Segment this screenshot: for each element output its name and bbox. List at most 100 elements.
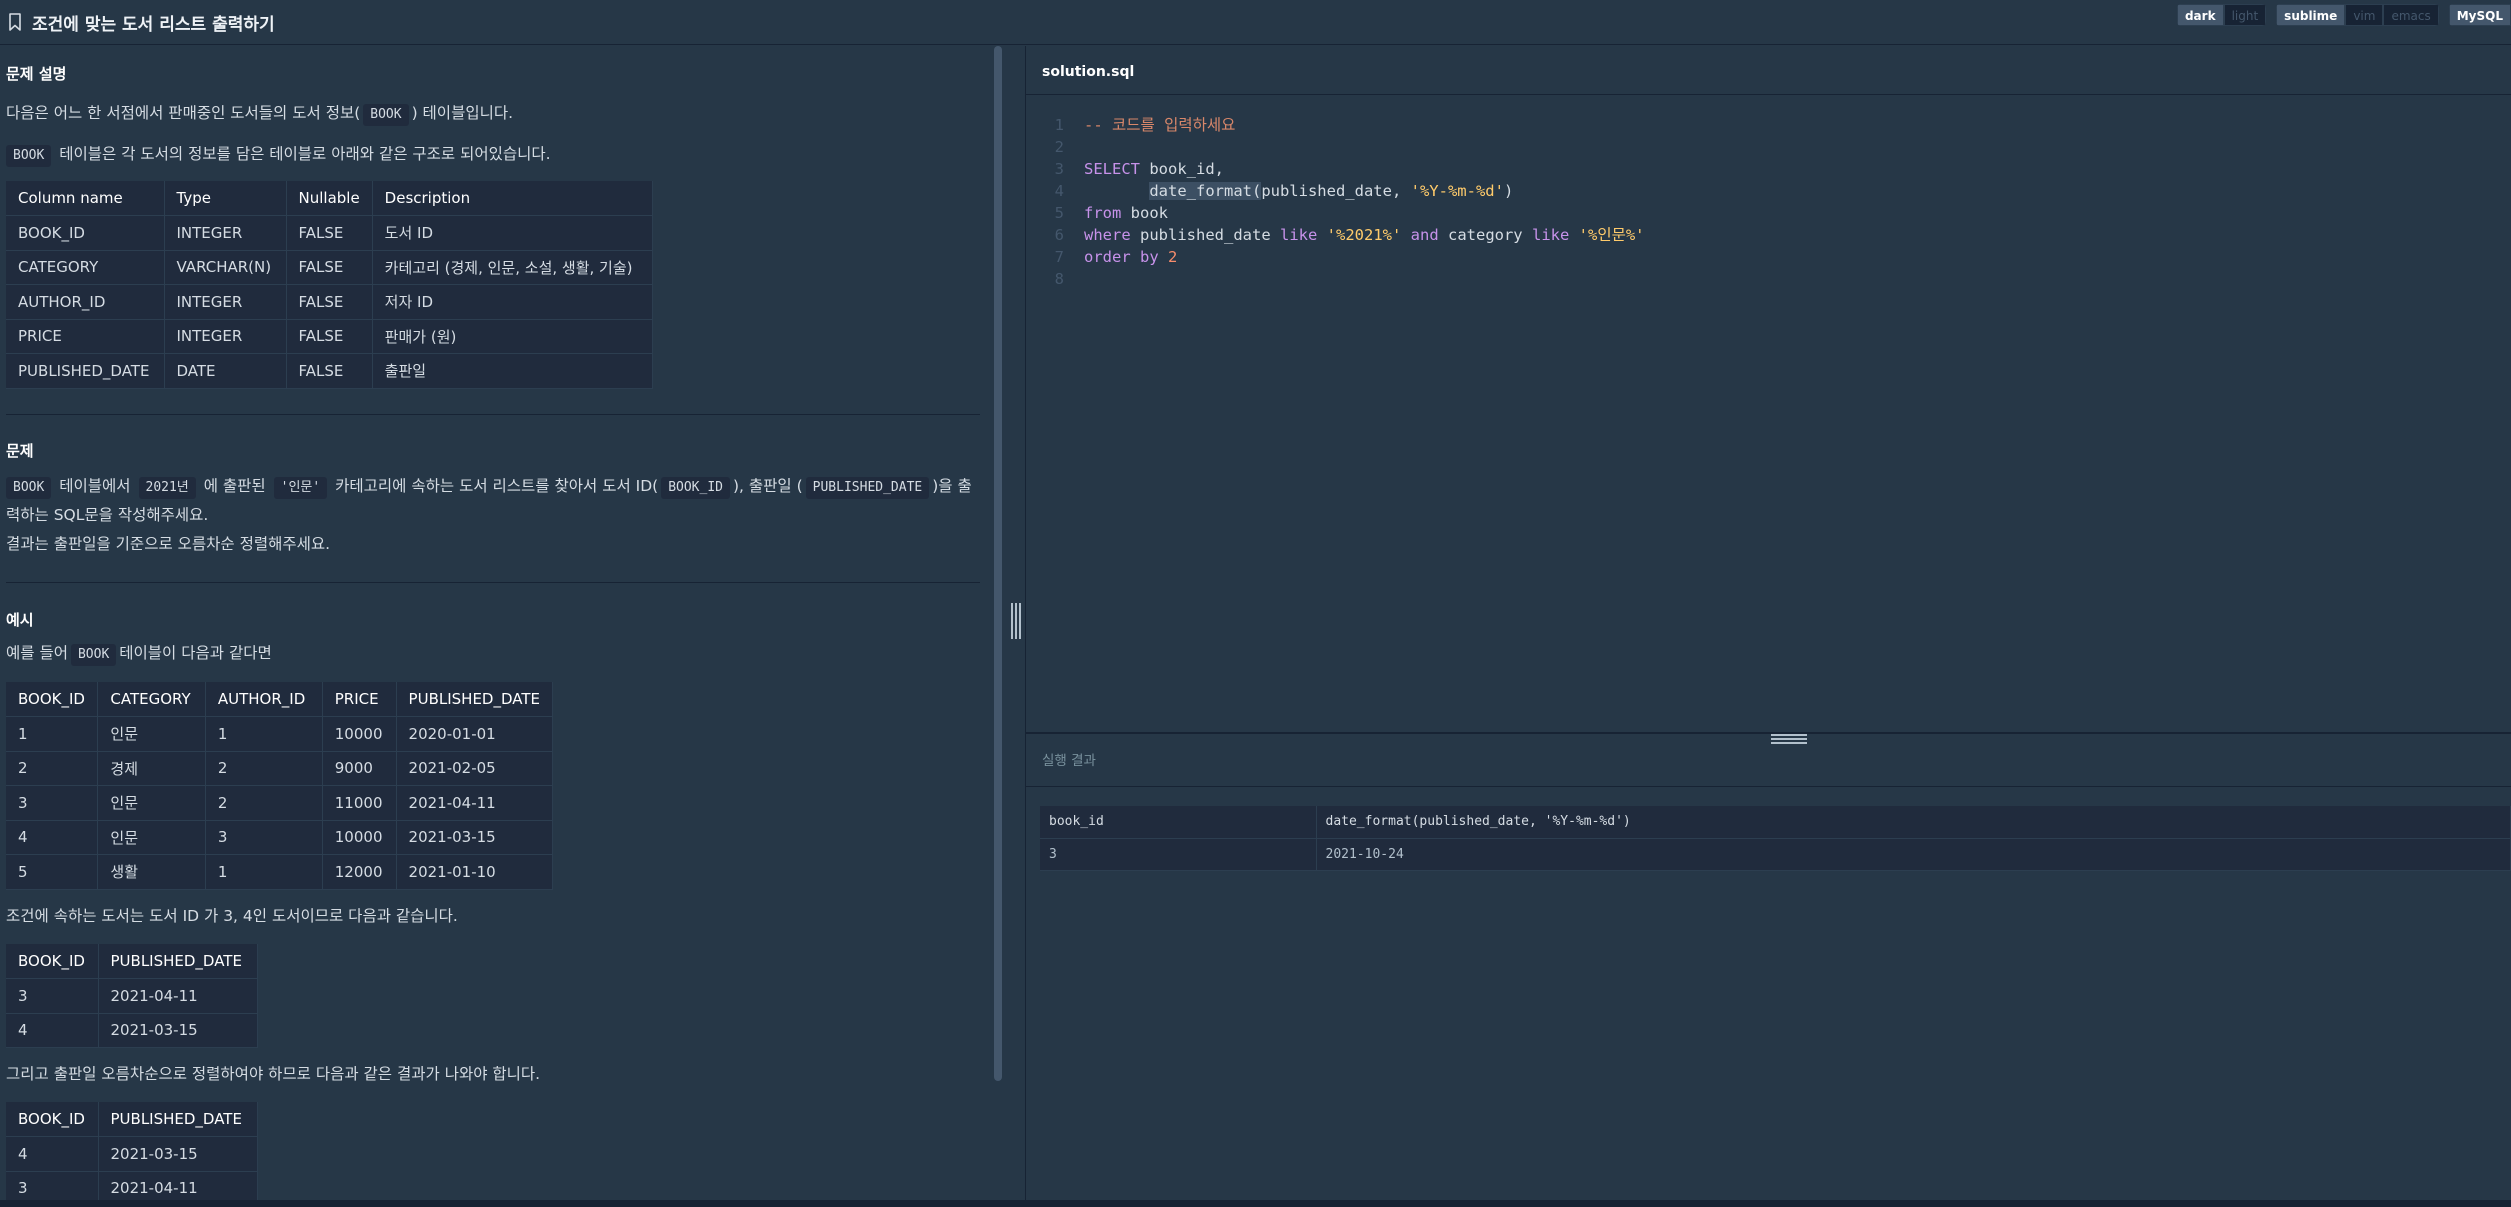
table-cell: 10000 xyxy=(322,716,397,752)
text: published_date xyxy=(1130,226,1280,244)
horizontal-resize-handle[interactable] xyxy=(1771,734,1807,746)
example-table-2: BOOK_ID PUBLISHED_DATE 3 2021-04-11 4 2021… xyxy=(6,944,258,1048)
string: '%2021%' xyxy=(1326,226,1402,244)
table-cell: PUBLISHED_DATE xyxy=(6,353,165,389)
table-cell: 2021-03-15 xyxy=(98,1013,258,1048)
table-row: 4 2021-03-15 xyxy=(6,1013,258,1048)
text: ) 테이블입니다. xyxy=(411,104,514,122)
table-cell: 2021-03-15 xyxy=(98,1136,258,1172)
editor-options: dark light sublime vim emacs MySQL xyxy=(2176,4,2511,26)
table-cell: PRICE xyxy=(6,319,165,354)
column-header: date_format(published_date, '%Y-%m-%d') xyxy=(1316,806,2511,839)
column-header: Description xyxy=(372,181,654,216)
code-editor[interactable]: 1 -- 코드를 입력하세요 2 3 SELECT book_id, 4 dat… xyxy=(1026,96,2511,732)
code-line[interactable]: 7 order by 2 xyxy=(1026,246,2511,268)
table-cell: 1 xyxy=(205,854,323,890)
table-row: 3 인문 2 11000 2021-04-11 xyxy=(6,785,554,821)
text: 테이블에서 xyxy=(59,477,131,495)
language-button[interactable]: MySQL xyxy=(2448,4,2511,26)
section-title-description: 문제 설명 xyxy=(6,65,67,83)
column-header: CATEGORY xyxy=(97,682,206,717)
code-text: where published_date like '%2021%' and c… xyxy=(1084,224,1645,246)
table-row: 4 인문 3 10000 2021-03-15 xyxy=(6,820,554,855)
line-number: 2 xyxy=(1054,138,1064,156)
text: )을 출 xyxy=(932,477,972,495)
table-cell: 10000 xyxy=(322,820,397,855)
schema-table: Column name Type Nullable Description BO… xyxy=(6,181,654,389)
theme-toggle: dark light xyxy=(2176,4,2267,26)
code-line[interactable]: 4 date_format(published_date, '%Y-%m-%d'… xyxy=(1026,180,2511,202)
top-bar: 조건에 맞는 도서 리스트 출력하기 dark light sublime vi… xyxy=(0,0,2511,45)
table-cell: FALSE xyxy=(286,319,373,354)
code-line[interactable]: 5 from book xyxy=(1026,202,2511,224)
table-cell: FALSE xyxy=(286,284,373,320)
divider xyxy=(6,414,980,415)
file-name: solution.sql xyxy=(1042,64,1135,80)
table-cell: 5 xyxy=(6,854,99,890)
question-paragraph: BOOK 테이블에서 2021년 에 출판된 '인문' 카테고리에 속하는 도서… xyxy=(6,472,976,500)
column-header: Type xyxy=(164,181,287,216)
code-line[interactable]: 2 xyxy=(1026,136,2511,158)
divider xyxy=(6,582,980,583)
keymap-vim-button[interactable]: vim xyxy=(2345,4,2384,26)
table-cell: 2 xyxy=(205,751,323,786)
text: published_date, xyxy=(1261,182,1411,200)
string: '%인문%' xyxy=(1578,226,1645,244)
line-number: 4 xyxy=(1054,182,1064,200)
text: 테이블이 다음과 같다면 xyxy=(119,644,272,662)
keymap-sublime-button[interactable]: sublime xyxy=(2276,4,2346,26)
table-cell: 판매가 (원) xyxy=(372,319,654,354)
table-cell: INTEGER xyxy=(164,284,287,320)
table-cell: 2021-04-11 xyxy=(396,785,554,821)
keyword: like xyxy=(1279,226,1318,244)
table-cell: VARCHAR(N) xyxy=(164,250,287,285)
function-highlight: date_format( xyxy=(1149,182,1262,200)
table-header-row: Column name Type Nullable Description xyxy=(6,181,654,216)
table-header-row: BOOK_ID PUBLISHED_DATE xyxy=(6,944,258,979)
code-line[interactable]: 1 -- 코드를 입력하세요 xyxy=(1026,114,2511,136)
table-cell: INTEGER xyxy=(164,319,287,354)
table-cell: FALSE xyxy=(286,215,373,251)
table-cell: 인문 xyxy=(97,820,206,855)
column-header: PUBLISHED_DATE xyxy=(98,1102,258,1137)
table-row: 3 2021-04-11 xyxy=(6,978,258,1014)
column-header: Column name xyxy=(6,181,165,216)
text: book_id, xyxy=(1140,160,1224,178)
divider xyxy=(1026,786,2511,787)
keyword: SELECT xyxy=(1084,160,1140,178)
problem-pane[interactable]: 문제 설명 다음은 어느 한 서점에서 판매중인 도서들의 도서 정보(BOOK… xyxy=(0,46,1025,1207)
result-table: book_id date_format(published_date, '%Y-… xyxy=(1040,806,2511,871)
code-line[interactable]: 3 SELECT book_id, xyxy=(1026,158,2511,180)
keymap-emacs-button[interactable]: emacs xyxy=(2383,4,2439,26)
keymap-toggle: sublime vim emacs xyxy=(2276,4,2439,26)
text: 에 출판된 xyxy=(203,477,266,495)
vertical-resize-handle[interactable] xyxy=(1011,603,1023,639)
table-row: BOOK_ID INTEGER FALSE 도서 ID xyxy=(6,215,654,251)
table-cell: 12000 xyxy=(322,854,397,890)
table-cell: 2020-01-01 xyxy=(396,716,554,752)
section-title-question: 문제 xyxy=(6,442,34,460)
description-paragraph-2: BOOK 테이블은 각 도서의 정보를 담은 테이블로 아래와 같은 구조로 되… xyxy=(6,140,551,168)
table-cell: 2021-10-24 xyxy=(1316,838,2511,871)
theme-light-button[interactable]: light xyxy=(2223,4,2267,26)
theme-dark-button[interactable]: dark xyxy=(2176,4,2224,26)
table-cell: 경제 xyxy=(97,751,206,786)
code-text: from book xyxy=(1084,202,1168,224)
table-cell: 1 xyxy=(6,716,99,752)
bookmark-icon[interactable] xyxy=(8,13,22,31)
text: book xyxy=(1121,204,1168,222)
file-tab: solution.sql xyxy=(1026,46,2511,95)
text: ), 출판일 ( xyxy=(733,477,803,495)
inline-code: BOOK xyxy=(6,477,52,499)
inline-code: BOOK_ID xyxy=(661,477,730,499)
problem-scrollbar[interactable] xyxy=(994,46,1002,1081)
inline-code: '인문' xyxy=(273,477,328,499)
code-line[interactable]: 6 where published_date like '%2021%' and… xyxy=(1026,224,2511,246)
column-header: BOOK_ID xyxy=(6,682,99,717)
text: 예를 들어 xyxy=(6,644,68,662)
code-line[interactable]: 8 xyxy=(1026,268,2511,290)
line-number: 7 xyxy=(1054,248,1064,266)
line-number: 3 xyxy=(1054,160,1064,178)
column-header: book_id xyxy=(1040,806,1317,839)
